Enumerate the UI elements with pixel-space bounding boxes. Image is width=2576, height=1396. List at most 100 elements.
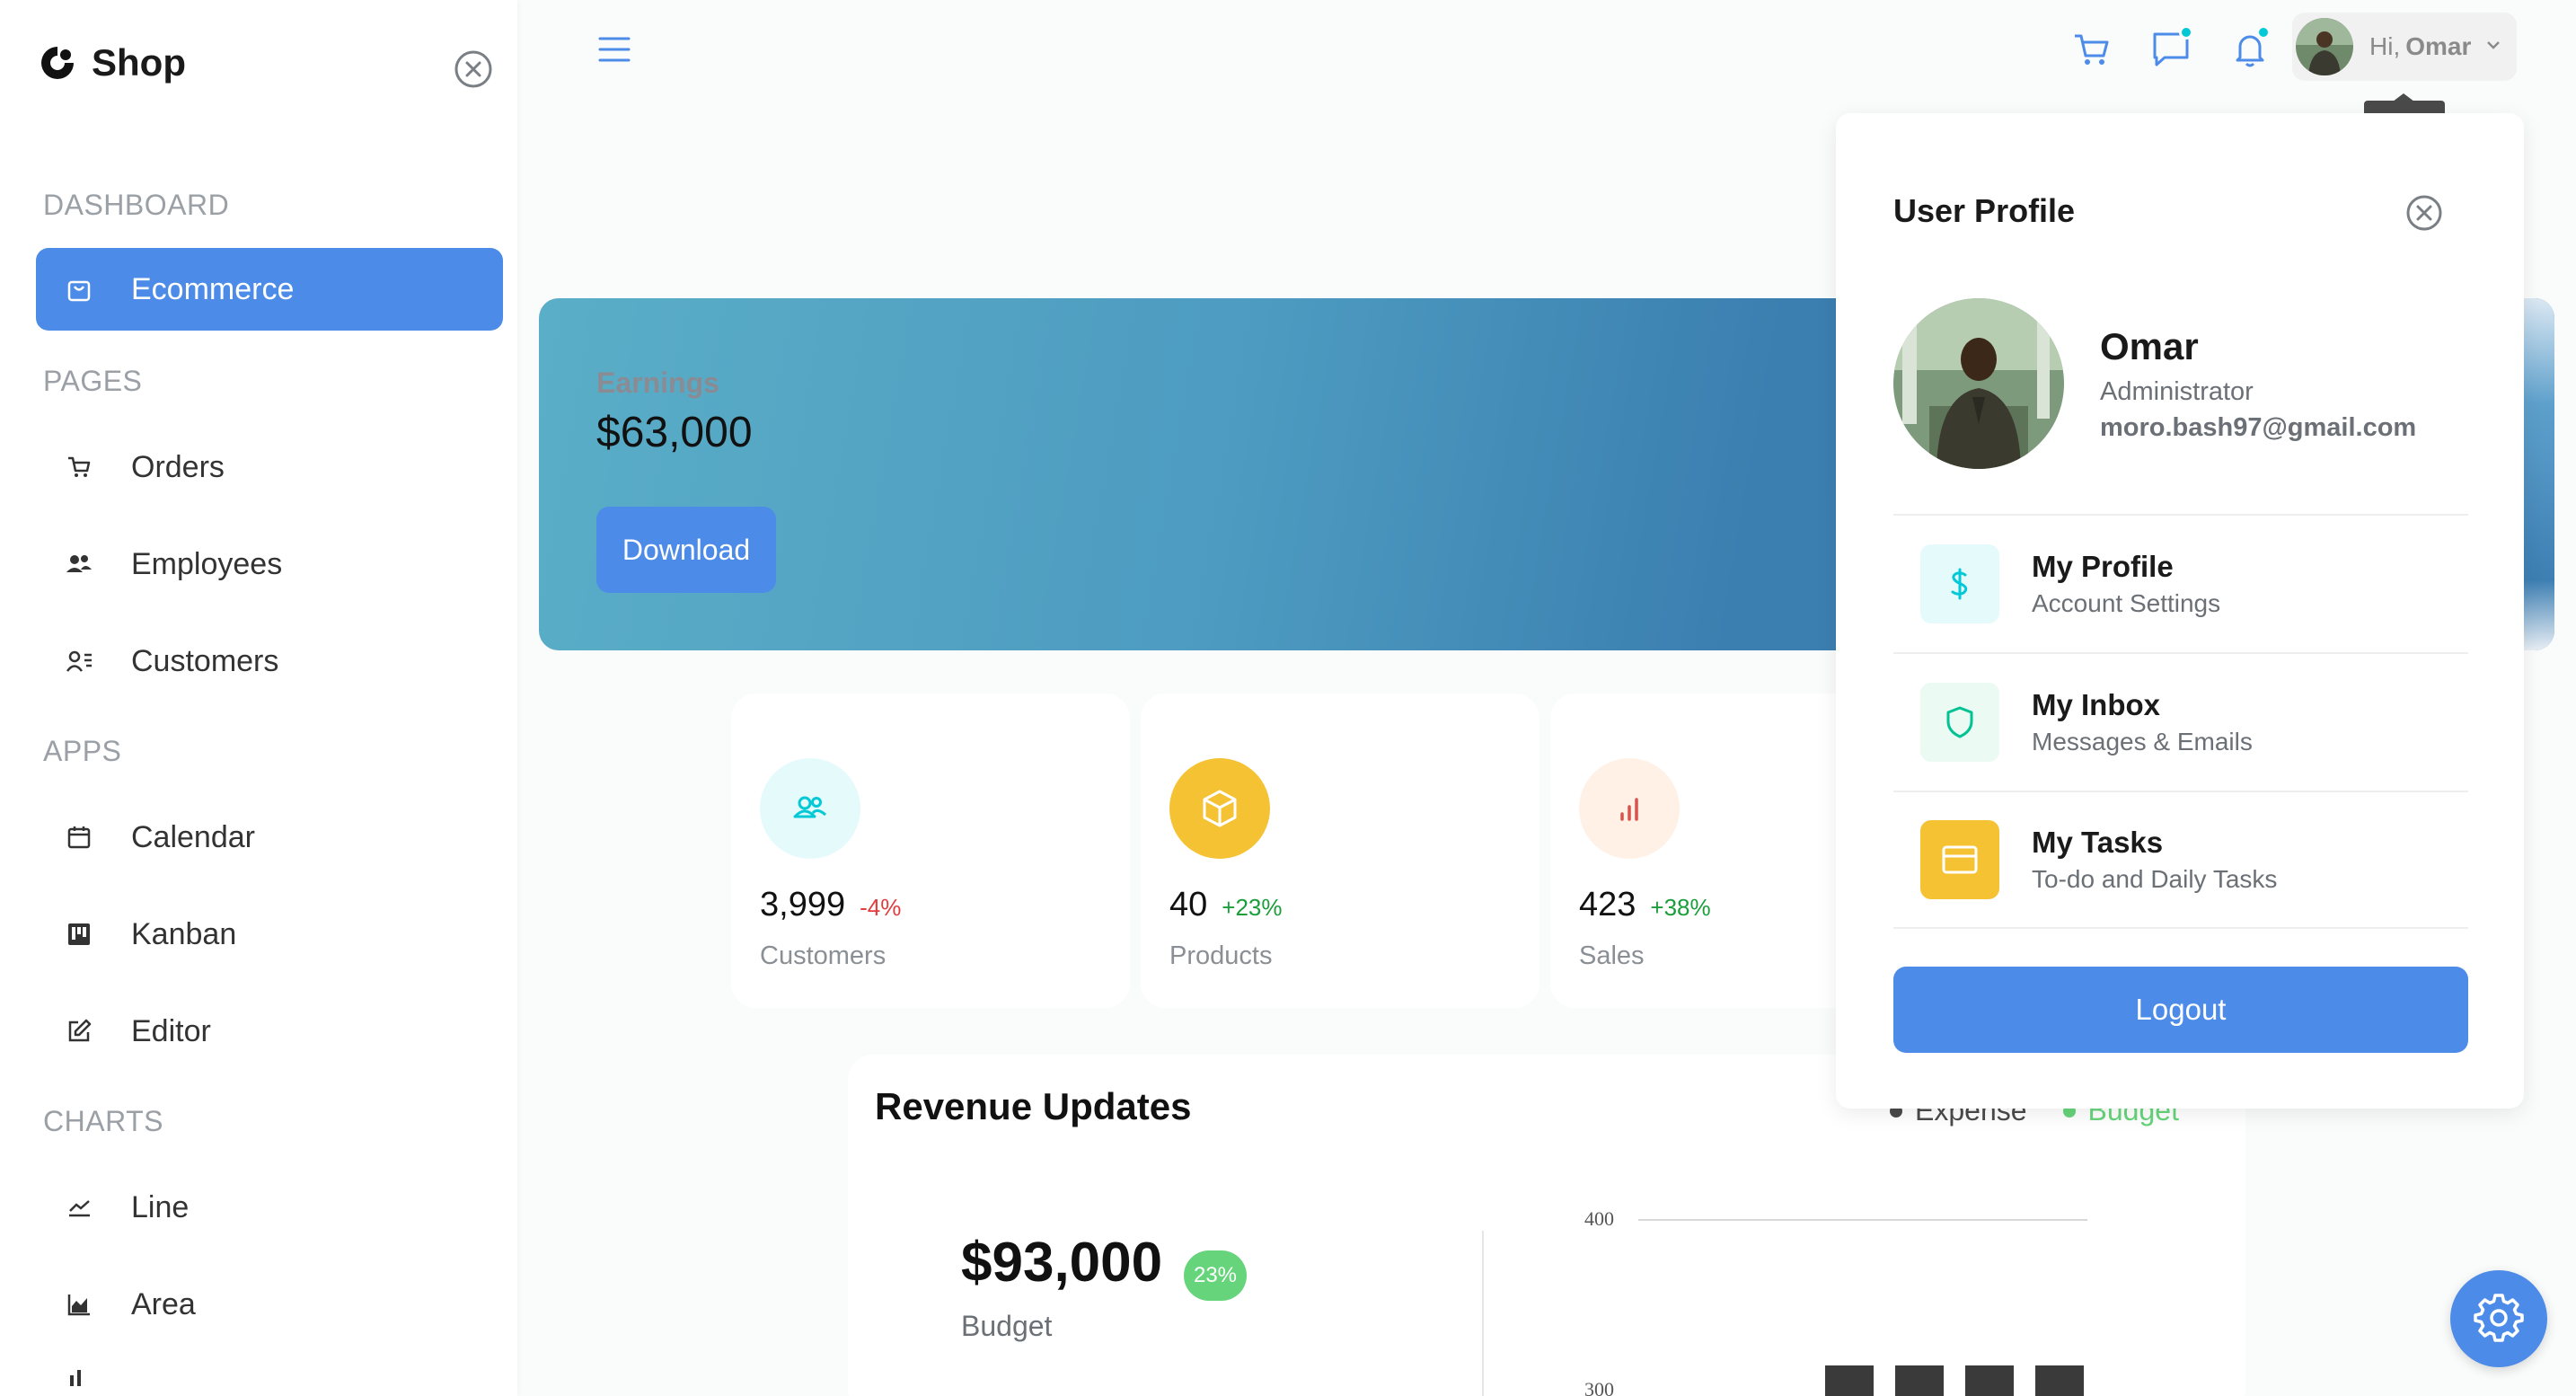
tick-label-300: 300 [1584,1378,1614,1396]
revenue-title: Revenue Updates [875,1085,1192,1127]
cart-icon [63,451,95,483]
section-charts: CHARTS [43,1105,163,1137]
profile-name: Omar [2100,325,2199,367]
card-icon [1920,820,1999,899]
budget-label: Budget [961,1310,1053,1342]
chat-notification-dot [2179,25,2193,40]
menu-item-desc: Messages & Emails [2032,728,2253,755]
sidebar-item-label: Employees [131,546,283,581]
stat-card-customers: 3,999 -4% Customers [731,694,1130,1008]
edit-icon [63,1015,95,1047]
settings-button[interactable] [2450,1270,2547,1367]
sidebar-item-label: Calendar [131,819,255,854]
stat-amount: 3,999 -4% [760,886,901,924]
stat-value: 40 [1169,886,1208,923]
section-apps: APPS [43,735,122,767]
bell-icon[interactable] [2228,25,2272,72]
sidebar-item-kanban[interactable]: Kanban [36,893,503,976]
sidebar-item-label: Area [131,1286,196,1321]
dollar-icon [1920,544,1999,623]
profile-avatar [1893,298,2064,469]
download-button[interactable]: Download [596,507,776,593]
sidebar-item-partial[interactable] [36,1360,503,1396]
bar [2035,1365,2084,1396]
close-icon[interactable] [2404,192,2445,234]
tick-label-400: 400 [1584,1207,1614,1230]
menu-item-my-tasks[interactable]: My Tasks To-do and Daily Tasks [1893,791,2468,929]
calendar-icon [63,821,95,853]
line-chart-icon [63,1191,95,1224]
menu-item-title: My Inbox [2032,688,2161,721]
area-chart-icon [63,1288,95,1321]
sidebar-item-calendar[interactable]: Calendar [36,796,503,879]
stat-value: 3,999 [760,886,846,923]
shield-icon [1920,683,1999,762]
user-profile-popup: User Profile Omar Administrator moro.bas… [1836,113,2524,1109]
bar [1895,1365,1944,1396]
menu-item-desc: To-do and Daily Tasks [2032,865,2278,893]
avatar [2296,18,2353,75]
employees-icon [63,548,95,580]
customers-icon [63,645,95,677]
bar-chart-icon[interactable] [1579,758,1680,859]
menu-item-title: My Tasks [2032,826,2164,859]
sidebar-item-editor[interactable]: Editor [36,990,503,1073]
menu-item-title: My Profile [2032,550,2174,583]
brand[interactable]: Shop [40,41,186,84]
sidebar-item-label: Line [131,1189,190,1224]
popup-title: User Profile [1893,192,2076,229]
earnings-label: Earnings [596,367,719,399]
stat-label: Products [1169,941,1273,970]
close-sidebar-icon[interactable] [453,49,494,90]
stat-label: Customers [760,941,887,970]
popup-pointer-bar [2364,101,2445,113]
stat-card-products: 40 +23% Products [1141,694,1539,1008]
cart-icon[interactable] [2069,27,2114,72]
budget-value: $93,000 [961,1232,1163,1294]
profile-role: Administrator [2100,377,2254,406]
earnings-value: $63,000 [596,409,753,456]
sidebar-item-orders[interactable]: Orders [36,426,503,508]
bell-notification-dot [2256,25,2271,40]
sidebar-item-customers[interactable]: Customers [36,620,503,702]
stat-amount: 423 +38% [1579,886,1711,924]
divider [1482,1231,1484,1396]
revenue-chart: 400 300 [1584,1207,2087,1396]
greeting: Hi, Omar [2369,32,2472,60]
sidebar-item-line[interactable]: Line [36,1166,503,1249]
stat-amount: 40 +23% [1169,886,1283,924]
bar [1965,1365,2014,1396]
kanban-icon [63,918,95,950]
shopping-bag-icon [63,273,95,305]
sidebar-item-area[interactable]: Area [36,1263,503,1346]
bar-chart-icon [63,1360,95,1392]
sidebar-item-ecommerce[interactable]: Ecommerce [36,248,503,331]
sidebar-item-employees[interactable]: Employees [36,523,503,605]
stat-change: +23% [1222,894,1283,921]
sidebar-item-label: Customers [131,643,279,678]
menu-item-my-profile[interactable]: My Profile Account Settings [1893,514,2468,652]
stat-label: Sales [1579,941,1645,970]
stat-change: +38% [1650,894,1711,921]
customers-icon[interactable] [760,758,860,859]
section-dashboard: DASHBOARD [43,189,230,221]
user-menu[interactable]: Hi, Omar [2292,13,2517,81]
sidebar-item-label: Kanban [131,916,237,951]
sidebar-item-label: Orders [131,449,225,484]
box-icon[interactable] [1169,758,1270,859]
sidebar: Shop DASHBOARD Ecommerce PAGES Orders Em… [0,0,517,1396]
bar [1825,1365,1874,1396]
menu-item-desc: Account Settings [2032,589,2221,617]
section-pages: PAGES [43,365,143,397]
profile-email: moro.bash97@gmail.com [2100,413,2417,442]
sidebar-item-label: Editor [131,1013,211,1048]
stat-value: 423 [1579,886,1636,923]
menu-item-my-inbox[interactable]: My Inbox Messages & Emails [1893,652,2468,791]
logout-button[interactable]: Logout [1893,967,2468,1053]
menu-icon[interactable] [596,34,632,65]
gear-icon [2473,1291,2525,1347]
stat-change: -4% [860,894,902,921]
budget-badge: 23% [1184,1250,1247,1301]
chat-icon[interactable] [2148,25,2193,72]
sidebar-item-label: Ecommerce [131,271,295,306]
